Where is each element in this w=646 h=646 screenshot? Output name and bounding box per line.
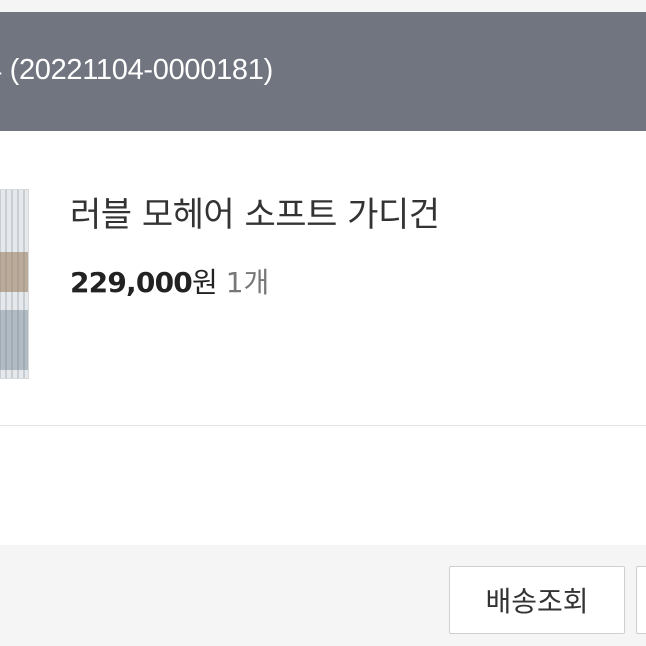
price-row: 229,000원 1개 [70, 261, 269, 301]
order-header: 4 (20221104-0000181) [0, 12, 646, 131]
secondary-action-button[interactable] [636, 566, 646, 634]
thumbnail-detail [0, 310, 28, 370]
top-strip [0, 0, 646, 12]
thumbnail-detail [0, 252, 28, 292]
order-item-card: 러블 모헤어 소프트 가디건 229,000원 1개 [0, 131, 646, 545]
quantity: 1개 [225, 266, 270, 299]
price-amount: 229,000 [70, 266, 193, 299]
order-number: 4 (20221104-0000181) [0, 54, 273, 86]
divider [0, 425, 646, 426]
product-thumbnail[interactable] [0, 189, 29, 379]
track-delivery-button[interactable]: 배송조회 [449, 566, 625, 634]
product-name[interactable]: 러블 모헤어 소프트 가디건 [70, 187, 440, 236]
price-unit: 원 [191, 266, 218, 299]
action-bar: 배송조회 [0, 545, 646, 646]
